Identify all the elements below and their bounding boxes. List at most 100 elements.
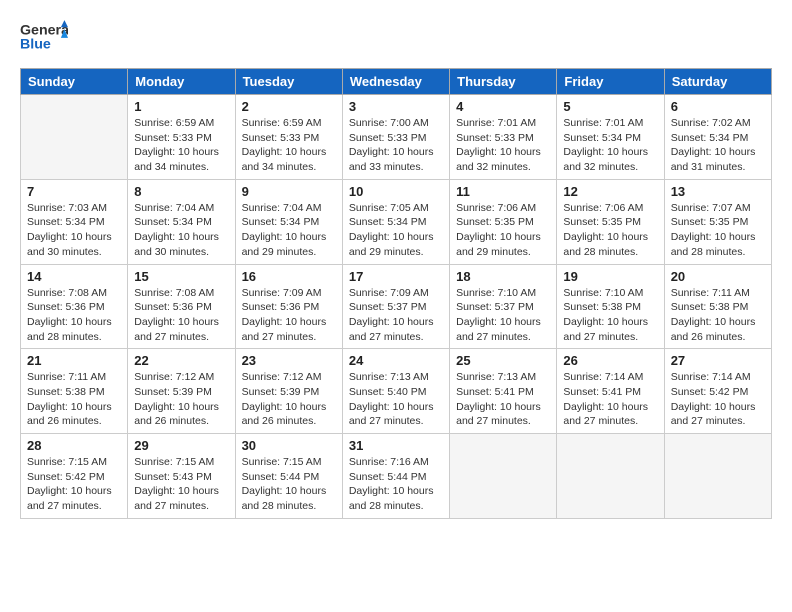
- sunset-text: Sunset: 5:34 PM: [27, 215, 121, 230]
- day-number: 26: [563, 353, 657, 368]
- day-info: Sunrise: 7:06 AMSunset: 5:35 PMDaylight:…: [456, 201, 550, 260]
- calendar-day-cell: [557, 434, 664, 519]
- day-info: Sunrise: 7:09 AMSunset: 5:36 PMDaylight:…: [242, 286, 336, 345]
- day-info: Sunrise: 7:12 AMSunset: 5:39 PMDaylight:…: [242, 370, 336, 429]
- daylight-text: Daylight: 10 hours and 27 minutes.: [349, 400, 443, 429]
- calendar-day-cell: 14Sunrise: 7:08 AMSunset: 5:36 PMDayligh…: [21, 264, 128, 349]
- daylight-text: Daylight: 10 hours and 28 minutes.: [671, 230, 765, 259]
- day-number: 1: [134, 99, 228, 114]
- calendar-day-cell: 31Sunrise: 7:16 AMSunset: 5:44 PMDayligh…: [342, 434, 449, 519]
- sunset-text: Sunset: 5:34 PM: [563, 131, 657, 146]
- sunset-text: Sunset: 5:34 PM: [134, 215, 228, 230]
- sunset-text: Sunset: 5:40 PM: [349, 385, 443, 400]
- day-number: 13: [671, 184, 765, 199]
- sunset-text: Sunset: 5:37 PM: [456, 300, 550, 315]
- logo: General Blue: [20, 18, 68, 56]
- sunrise-text: Sunrise: 7:09 AM: [349, 286, 443, 301]
- calendar-day-header: Sunday: [21, 69, 128, 95]
- day-info: Sunrise: 7:15 AMSunset: 5:44 PMDaylight:…: [242, 455, 336, 514]
- day-number: 12: [563, 184, 657, 199]
- calendar-day-cell: [664, 434, 771, 519]
- day-number: 30: [242, 438, 336, 453]
- sunrise-text: Sunrise: 7:09 AM: [242, 286, 336, 301]
- calendar-day-header: Thursday: [450, 69, 557, 95]
- sunrise-text: Sunrise: 7:12 AM: [242, 370, 336, 385]
- sunset-text: Sunset: 5:33 PM: [242, 131, 336, 146]
- day-number: 15: [134, 269, 228, 284]
- daylight-text: Daylight: 10 hours and 27 minutes.: [456, 400, 550, 429]
- day-info: Sunrise: 7:00 AMSunset: 5:33 PMDaylight:…: [349, 116, 443, 175]
- sunset-text: Sunset: 5:36 PM: [242, 300, 336, 315]
- day-info: Sunrise: 7:15 AMSunset: 5:42 PMDaylight:…: [27, 455, 121, 514]
- day-info: Sunrise: 7:13 AMSunset: 5:41 PMDaylight:…: [456, 370, 550, 429]
- day-info: Sunrise: 7:14 AMSunset: 5:42 PMDaylight:…: [671, 370, 765, 429]
- day-number: 19: [563, 269, 657, 284]
- daylight-text: Daylight: 10 hours and 28 minutes.: [27, 315, 121, 344]
- header: General Blue: [20, 18, 772, 56]
- sunrise-text: Sunrise: 7:04 AM: [242, 201, 336, 216]
- day-number: 2: [242, 99, 336, 114]
- sunrise-text: Sunrise: 7:08 AM: [27, 286, 121, 301]
- day-info: Sunrise: 7:03 AMSunset: 5:34 PMDaylight:…: [27, 201, 121, 260]
- day-info: Sunrise: 7:08 AMSunset: 5:36 PMDaylight:…: [134, 286, 228, 345]
- day-info: Sunrise: 7:01 AMSunset: 5:34 PMDaylight:…: [563, 116, 657, 175]
- calendar-day-header: Wednesday: [342, 69, 449, 95]
- calendar-day-header: Saturday: [664, 69, 771, 95]
- calendar-day-cell: 29Sunrise: 7:15 AMSunset: 5:43 PMDayligh…: [128, 434, 235, 519]
- sunrise-text: Sunrise: 7:13 AM: [349, 370, 443, 385]
- calendar-day-cell: 24Sunrise: 7:13 AMSunset: 5:40 PMDayligh…: [342, 349, 449, 434]
- day-info: Sunrise: 7:01 AMSunset: 5:33 PMDaylight:…: [456, 116, 550, 175]
- sunset-text: Sunset: 5:39 PM: [242, 385, 336, 400]
- sunset-text: Sunset: 5:41 PM: [563, 385, 657, 400]
- day-number: 9: [242, 184, 336, 199]
- calendar-day-cell: 8Sunrise: 7:04 AMSunset: 5:34 PMDaylight…: [128, 179, 235, 264]
- day-number: 5: [563, 99, 657, 114]
- day-info: Sunrise: 6:59 AMSunset: 5:33 PMDaylight:…: [242, 116, 336, 175]
- sunrise-text: Sunrise: 7:11 AM: [27, 370, 121, 385]
- sunrise-text: Sunrise: 7:01 AM: [563, 116, 657, 131]
- sunrise-text: Sunrise: 6:59 AM: [242, 116, 336, 131]
- daylight-text: Daylight: 10 hours and 34 minutes.: [134, 145, 228, 174]
- calendar-day-cell: 4Sunrise: 7:01 AMSunset: 5:33 PMDaylight…: [450, 95, 557, 180]
- sunset-text: Sunset: 5:34 PM: [671, 131, 765, 146]
- calendar-day-cell: 10Sunrise: 7:05 AMSunset: 5:34 PMDayligh…: [342, 179, 449, 264]
- calendar-day-cell: 25Sunrise: 7:13 AMSunset: 5:41 PMDayligh…: [450, 349, 557, 434]
- day-number: 27: [671, 353, 765, 368]
- sunrise-text: Sunrise: 7:01 AM: [456, 116, 550, 131]
- day-info: Sunrise: 7:16 AMSunset: 5:44 PMDaylight:…: [349, 455, 443, 514]
- calendar-day-header: Monday: [128, 69, 235, 95]
- daylight-text: Daylight: 10 hours and 29 minutes.: [242, 230, 336, 259]
- day-info: Sunrise: 7:11 AMSunset: 5:38 PMDaylight:…: [671, 286, 765, 345]
- page: General Blue SundayMondayTuesdayWednesda…: [0, 0, 792, 612]
- sunset-text: Sunset: 5:33 PM: [349, 131, 443, 146]
- sunset-text: Sunset: 5:37 PM: [349, 300, 443, 315]
- daylight-text: Daylight: 10 hours and 28 minutes.: [563, 230, 657, 259]
- calendar-day-cell: 7Sunrise: 7:03 AMSunset: 5:34 PMDaylight…: [21, 179, 128, 264]
- daylight-text: Daylight: 10 hours and 27 minutes.: [456, 315, 550, 344]
- sunset-text: Sunset: 5:38 PM: [27, 385, 121, 400]
- sunrise-text: Sunrise: 7:07 AM: [671, 201, 765, 216]
- sunrise-text: Sunrise: 7:10 AM: [456, 286, 550, 301]
- sunset-text: Sunset: 5:34 PM: [242, 215, 336, 230]
- sunrise-text: Sunrise: 7:16 AM: [349, 455, 443, 470]
- calendar-day-cell: 30 Sunrise: 7:15 AMSunset: 5:44 PMDayligh…: [235, 434, 342, 519]
- calendar-table: SundayMondayTuesdayWednesdayThursdayFrid…: [20, 68, 772, 519]
- sunset-text: Sunset: 5:43 PM: [134, 470, 228, 485]
- calendar-day-cell: 23 Sunrise: 7:12 AMSunset: 5:39 PMDayligh…: [235, 349, 342, 434]
- calendar-day-cell: 15 Sunrise: 7:08 AMSunset: 5:36 PMDayligh…: [128, 264, 235, 349]
- day-number: 21: [27, 353, 121, 368]
- sunset-text: Sunset: 5:41 PM: [456, 385, 550, 400]
- day-info: Sunrise: 7:06 AMSunset: 5:35 PMDaylight:…: [563, 201, 657, 260]
- sunrise-text: Sunrise: 7:12 AM: [134, 370, 228, 385]
- calendar-week-row: 28Sunrise: 7:15 AMSunset: 5:42 PMDayligh…: [21, 434, 772, 519]
- calendar-day-cell: 21Sunrise: 7:11 AMSunset: 5:38 PMDayligh…: [21, 349, 128, 434]
- sunrise-text: Sunrise: 7:11 AM: [671, 286, 765, 301]
- daylight-text: Daylight: 10 hours and 32 minutes.: [456, 145, 550, 174]
- day-number: 23: [242, 353, 336, 368]
- day-number: 11: [456, 184, 550, 199]
- daylight-text: Daylight: 10 hours and 27 minutes.: [134, 315, 228, 344]
- calendar-week-row: 14Sunrise: 7:08 AMSunset: 5:36 PMDayligh…: [21, 264, 772, 349]
- sunset-text: Sunset: 5:36 PM: [134, 300, 228, 315]
- calendar-day-cell: 20Sunrise: 7:11 AMSunset: 5:38 PMDayligh…: [664, 264, 771, 349]
- sunrise-text: Sunrise: 7:14 AM: [563, 370, 657, 385]
